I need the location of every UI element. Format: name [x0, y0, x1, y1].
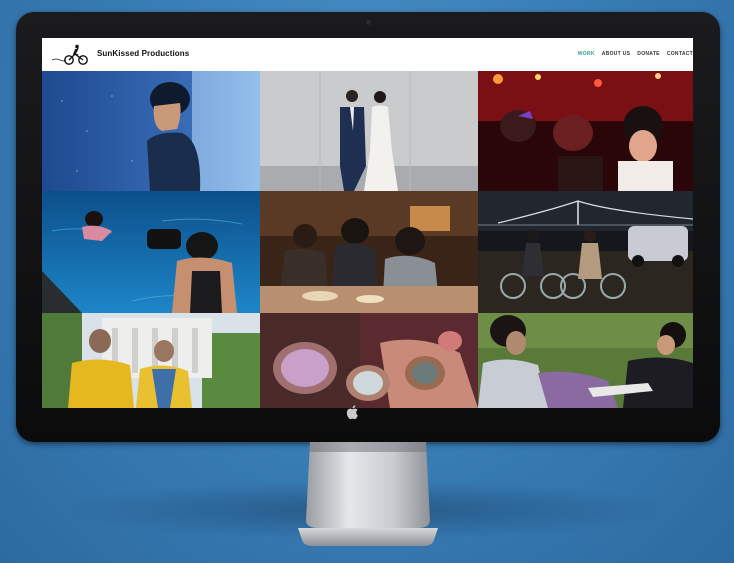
nav-about-us[interactable]: ABOUT US [602, 51, 631, 57]
monitor-stand [298, 442, 438, 546]
monitor-bezel: SunKissed Productions WORK ABOUT US DONA… [16, 12, 720, 442]
portfolio-tile-couple[interactable] [260, 71, 478, 191]
site-header: SunKissed Productions WORK ABOUT US DONA… [42, 38, 693, 71]
nav-work[interactable]: WORK [578, 51, 595, 57]
portfolio-tile-pool[interactable] [42, 191, 260, 313]
portfolio-grid [42, 71, 693, 408]
portfolio-tile-bridge-bikes[interactable] [478, 191, 693, 313]
portfolio-tile-stones[interactable] [260, 313, 478, 408]
main-nav: WORK ABOUT US DONATE CONTACT [578, 51, 693, 57]
portfolio-tile-park[interactable] [478, 313, 693, 408]
portfolio-tile-party[interactable] [478, 71, 693, 191]
portfolio-tile-boy-blue[interactable] [42, 71, 260, 191]
apple-logo-icon [346, 405, 358, 420]
nav-contact[interactable]: CONTACT [667, 51, 693, 57]
portfolio-tile-elders[interactable] [42, 313, 260, 408]
brand-name[interactable]: SunKissed Productions [97, 49, 189, 58]
nav-donate[interactable]: DONATE [637, 51, 660, 57]
cyclist-logo-icon[interactable] [52, 44, 92, 66]
webcam [366, 20, 371, 25]
portfolio-tile-dinner[interactable] [260, 191, 478, 313]
browser-viewport: SunKissed Productions WORK ABOUT US DONA… [42, 38, 693, 408]
